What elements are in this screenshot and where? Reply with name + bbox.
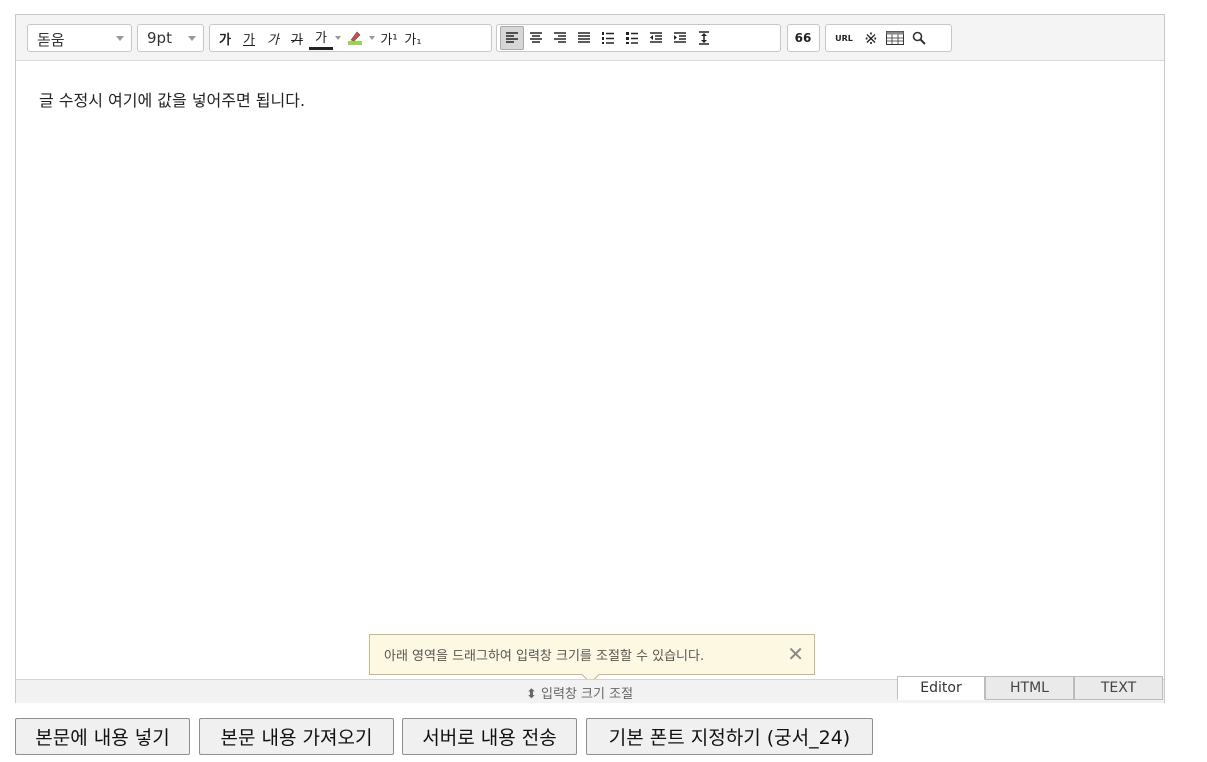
editor-toolbar: 돋움 9pt 가 가 가 가 가 가¹ 가₁ 66 URL ※ <box>16 15 1164 61</box>
tab-editor[interactable]: Editor <box>897 676 985 700</box>
bulleted-list-icon <box>626 32 638 44</box>
special-character-button[interactable]: ※ <box>859 26 883 50</box>
quote-icon: 66 <box>794 31 812 45</box>
superscript-label: 가¹ <box>380 32 398 48</box>
ordered-list-button[interactable] <box>596 26 620 50</box>
highlighter-icon <box>348 31 362 45</box>
close-icon[interactable]: ✕ <box>787 643 804 665</box>
resize-label-text: 입력창 크기 조절 <box>541 687 634 702</box>
url-button[interactable]: URL <box>829 26 859 50</box>
align-right-button[interactable] <box>548 26 572 50</box>
editor-content[interactable]: 글 수정시 여기에 값을 넣어주면 됩니다. <box>39 87 305 111</box>
resize-tooltip-text: 아래 영역을 드래그하여 입력창 크기를 조절할 수 있습니다. <box>384 649 705 664</box>
resize-tooltip: 아래 영역을 드래그하여 입력창 크기를 조절할 수 있습니다. ✕ <box>369 634 815 684</box>
underline-button[interactable]: 가 <box>237 26 261 50</box>
get-content-button[interactable]: 본문 내용 가져오기 <box>199 718 394 755</box>
chevron-down-icon <box>369 36 375 40</box>
outdent-button[interactable] <box>644 26 668 50</box>
align-left-icon <box>506 32 518 43</box>
font-color-label: 가 <box>315 31 327 46</box>
bold-label: 가 <box>219 32 231 48</box>
indent-button[interactable] <box>668 26 692 50</box>
insert-group: URL ※ <box>825 24 952 52</box>
table-icon <box>886 31 904 45</box>
tab-text-label: TEXT <box>1100 680 1137 696</box>
align-justify-icon <box>578 32 590 43</box>
special-character-icon: ※ <box>864 28 878 48</box>
font-family-select[interactable]: 돋움 <box>27 24 132 52</box>
outdent-icon <box>650 32 662 43</box>
unordered-list-button[interactable] <box>620 26 644 50</box>
font-family-value: 돋움 <box>37 31 65 49</box>
blockquote-button[interactable]: 66 <box>791 26 815 50</box>
line-height-button[interactable] <box>692 26 716 50</box>
link-icon: URL <box>835 33 853 43</box>
chevron-down-icon <box>116 36 124 41</box>
superscript-button[interactable]: 가¹ <box>377 26 401 50</box>
table-button[interactable] <box>883 26 907 50</box>
align-right-icon <box>554 32 566 43</box>
send-to-server-button[interactable]: 서버로 내용 전송 <box>402 718 577 755</box>
italic-label: 가 <box>267 32 279 48</box>
tab-html-label: HTML <box>1010 680 1049 696</box>
chevron-down-icon <box>335 36 341 40</box>
indent-icon <box>674 32 686 43</box>
align-justify-button[interactable] <box>572 26 596 50</box>
align-left-button[interactable] <box>500 26 524 50</box>
tab-html[interactable]: HTML <box>985 676 1074 700</box>
tab-editor-label: Editor <box>920 680 962 696</box>
resize-arrows-icon: ⬍ <box>526 687 537 702</box>
resize-label: ⬍ 입력창 크기 조절 <box>526 683 633 702</box>
chevron-down-icon <box>188 36 196 41</box>
font-size-select[interactable]: 9pt <box>137 24 204 52</box>
insert-content-button[interactable]: 본문에 내용 넣기 <box>15 718 190 755</box>
tab-text[interactable]: TEXT <box>1074 676 1163 700</box>
numbered-list-icon <box>602 32 614 44</box>
bold-button[interactable]: 가 <box>213 26 237 50</box>
strikethrough-button[interactable]: 가 <box>285 26 309 50</box>
text-format-group: 가 가 가 가 가 가¹ 가₁ <box>209 24 492 52</box>
line-height-icon <box>699 31 709 45</box>
italic-button[interactable]: 가 <box>261 26 285 50</box>
subscript-button[interactable]: 가₁ <box>401 26 425 50</box>
highlight-color-button[interactable] <box>343 26 367 50</box>
quote-group: 66 <box>787 24 820 52</box>
strikethrough-label: 가 <box>291 32 303 48</box>
align-center-button[interactable] <box>524 26 548 50</box>
paragraph-format-group <box>496 24 781 52</box>
align-center-icon <box>530 32 542 43</box>
subscript-label: 가₁ <box>404 32 422 48</box>
font-size-value: 9pt <box>147 29 172 47</box>
font-color-button[interactable]: 가 <box>309 26 333 50</box>
set-default-font-button[interactable]: 기본 폰트 지정하기 (궁서_24) <box>586 718 873 755</box>
font-color-dropdown[interactable] <box>333 26 343 50</box>
mode-tabs: Editor HTML TEXT <box>897 676 1163 701</box>
rich-text-editor: 돋움 9pt 가 가 가 가 가 가¹ 가₁ 66 URL ※ 글 수정시 여기… <box>15 14 1165 703</box>
underline-label: 가 <box>243 32 255 48</box>
highlight-color-dropdown[interactable] <box>367 26 377 50</box>
search-icon <box>912 31 926 45</box>
find-button[interactable] <box>907 26 931 50</box>
